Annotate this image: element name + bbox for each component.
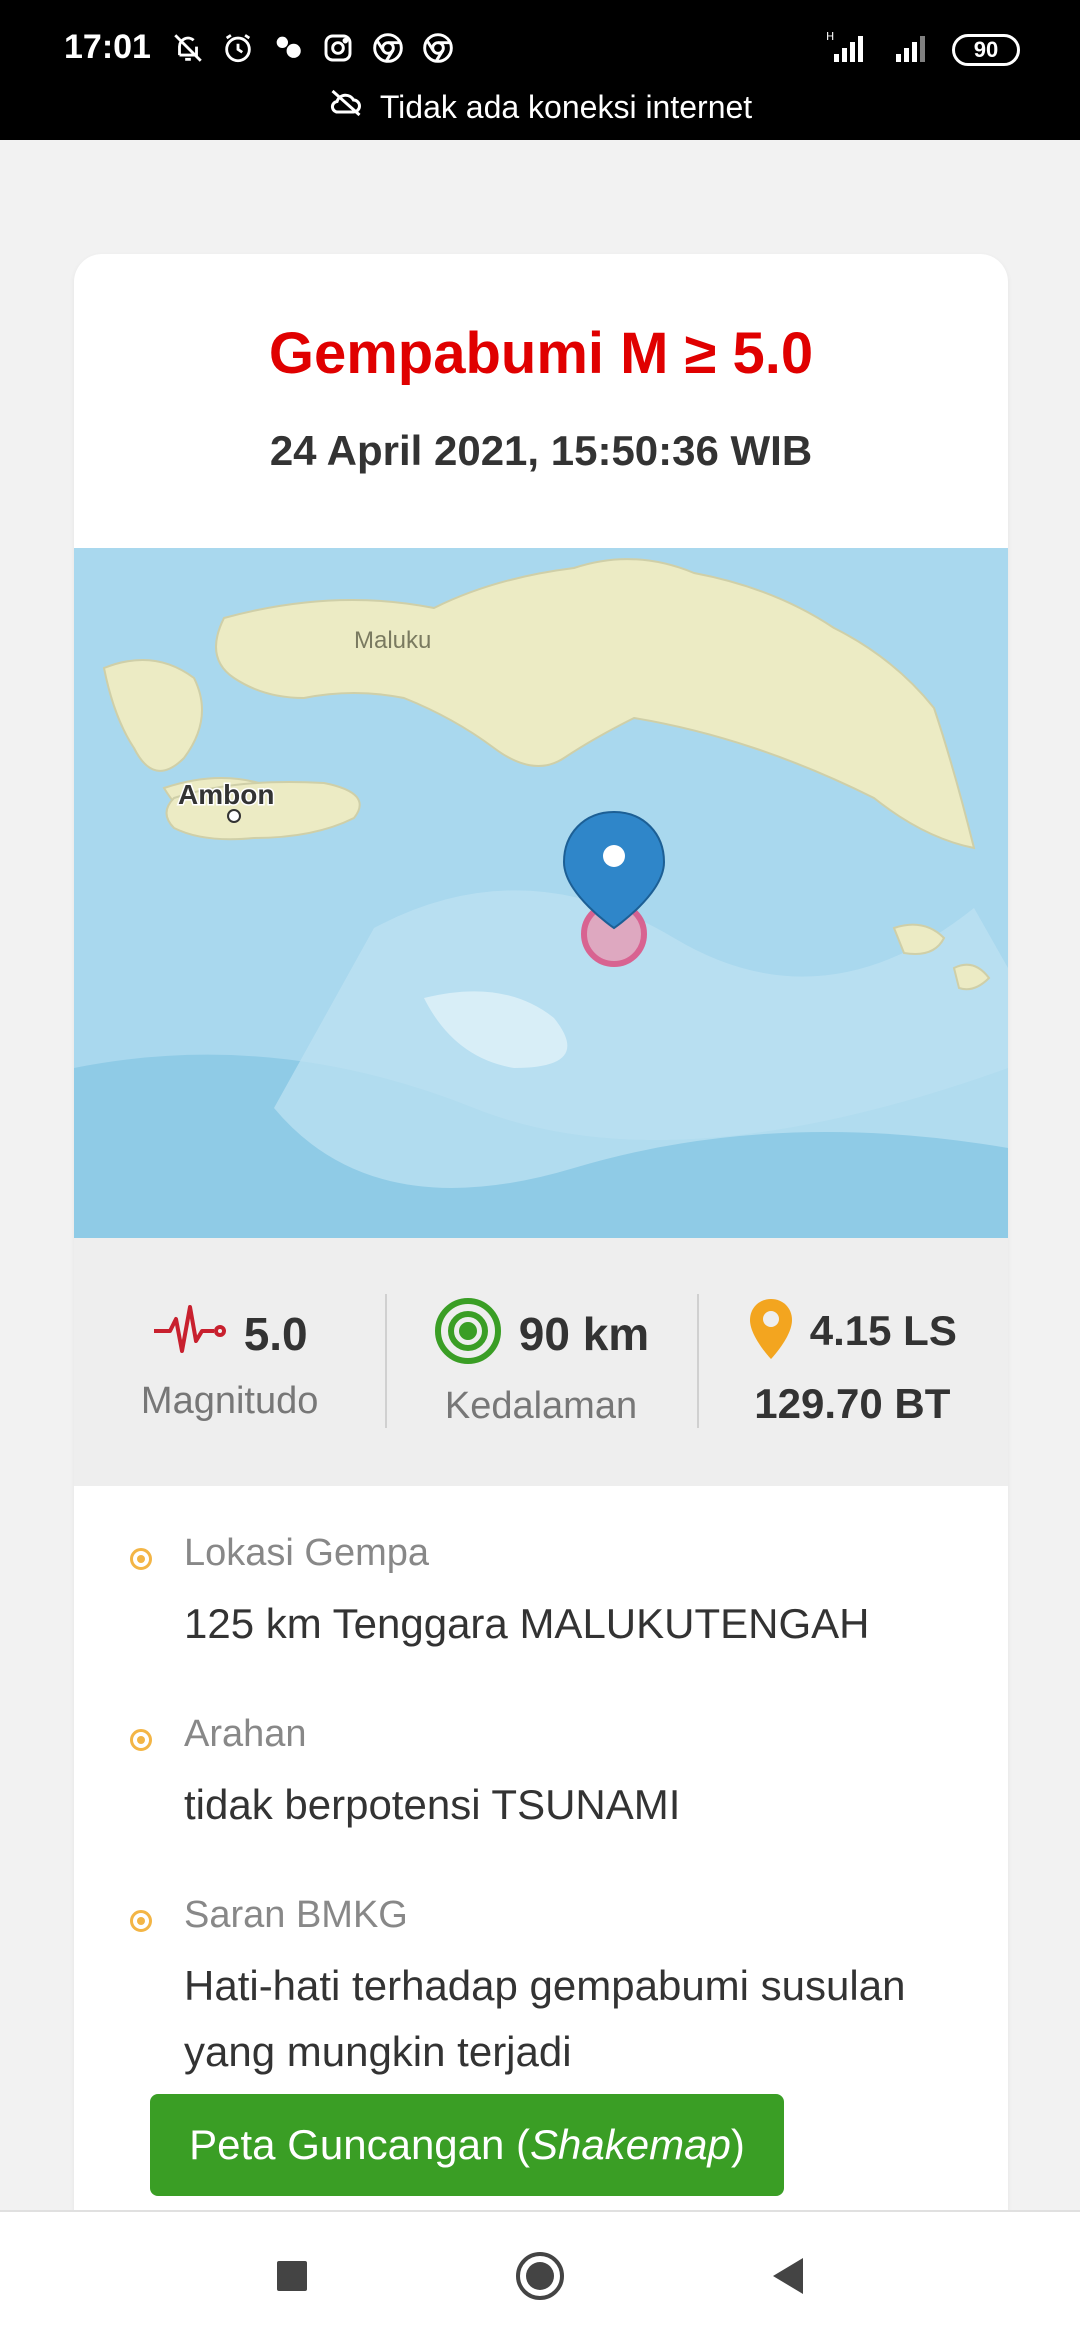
magnitude-label: Magnitudo xyxy=(140,1380,319,1422)
info-label: Arahan xyxy=(184,1713,307,1755)
depth-label: Kedalaman xyxy=(444,1385,638,1427)
home-circle-icon xyxy=(516,2252,564,2300)
back-triangle-icon xyxy=(773,2258,803,2294)
cloud-off-icon xyxy=(328,88,364,126)
info-value: Hati-hati terhadap gempabumi susulan yan… xyxy=(184,1962,906,2075)
status-time: 17:01 xyxy=(64,28,151,66)
back-button[interactable] xyxy=(758,2246,818,2306)
map-label-maluku: Maluku xyxy=(354,627,431,654)
chrome-icon xyxy=(370,30,406,66)
offline-banner: Tidak ada koneksi internet xyxy=(0,88,1080,126)
home-button[interactable] xyxy=(510,2246,570,2306)
battery-icon: 90 xyxy=(952,33,1020,66)
earthquake-info-list: Lokasi Gempa 125 km Tenggara MALUKUTENGA… xyxy=(74,1486,1008,2141)
epicenter-map[interactable]: Maluku Ambon xyxy=(74,548,1008,1238)
info-label: Saran BMKG xyxy=(184,1894,408,1936)
offline-text: Tidak ada koneksi internet xyxy=(379,88,753,125)
alarm-icon xyxy=(220,30,256,66)
latitude-value: 4.15 LS xyxy=(809,1307,957,1354)
shakemap-label-prefix: Peta Guncangan ( xyxy=(189,2121,531,2168)
depth-target-icon xyxy=(433,1296,503,1371)
square-icon xyxy=(277,2261,307,2291)
shakemap-label-italic: Shakemap xyxy=(530,2121,731,2168)
info-directive: Arahan tidak berpotensi TSUNAMI xyxy=(130,1713,952,1838)
bell-off-icon xyxy=(170,30,206,66)
bullet-icon xyxy=(130,1910,152,1932)
map-label-ambon: Ambon xyxy=(178,779,274,810)
info-value: 125 km Tenggara MALUKUTENGAH xyxy=(184,1600,870,1647)
page-title: Gempabumi M ≥ 5.0 xyxy=(268,321,814,386)
shakemap-label-suffix: ) xyxy=(730,2121,745,2168)
notification-icons xyxy=(170,30,456,66)
earthquake-stats: 5.0 Magnitudo 90 km Kedalaman 4.15 LS 12… xyxy=(74,1238,1008,1486)
signal-icon xyxy=(892,30,936,69)
magnitude-value: 5.0 xyxy=(243,1307,308,1360)
status-bar: 17:01 H 90 Tidak ada koneksi internet xyxy=(0,0,1080,140)
info-label: Lokasi Gempa xyxy=(184,1532,430,1574)
chrome-icon xyxy=(420,30,456,66)
earthquake-card: Gempabumi M ≥ 5.0 24 April 2021, 15:50:3… xyxy=(74,254,1008,2214)
bullet-icon xyxy=(130,1548,152,1570)
instagram-icon xyxy=(320,30,356,66)
info-location: Lokasi Gempa 125 km Tenggara MALUKUTENGA… xyxy=(130,1532,952,1657)
location-marker-icon xyxy=(748,1297,794,1366)
svg-text:H: H xyxy=(826,30,834,43)
event-datetime: 24 April 2021, 15:50:36 WIB xyxy=(269,427,813,474)
stat-depth: 90 km Kedalaman xyxy=(385,1238,696,1486)
longitude-value: 129.70 BT xyxy=(754,1379,951,1427)
info-value: tidak berpotensi TSUNAMI xyxy=(184,1781,681,1828)
info-advice: Saran BMKG Hati-hati terhadap gempabumi … xyxy=(130,1894,952,2085)
signal-icon: H xyxy=(820,30,876,69)
app-icon xyxy=(270,30,306,66)
depth-value: 90 km xyxy=(518,1307,650,1360)
stat-magnitude: 5.0 Magnitudo xyxy=(74,1238,385,1486)
navigation-bar xyxy=(0,2210,1080,2340)
recents-button[interactable] xyxy=(262,2246,322,2306)
seismograph-icon xyxy=(152,1301,228,1366)
stat-coordinates: 4.15 LS 129.70 BT xyxy=(696,1238,1008,1486)
shakemap-button[interactable]: Peta Guncangan (Shakemap) xyxy=(150,2094,784,2196)
system-icons: H 90 xyxy=(820,30,1020,69)
bullet-icon xyxy=(130,1729,152,1751)
